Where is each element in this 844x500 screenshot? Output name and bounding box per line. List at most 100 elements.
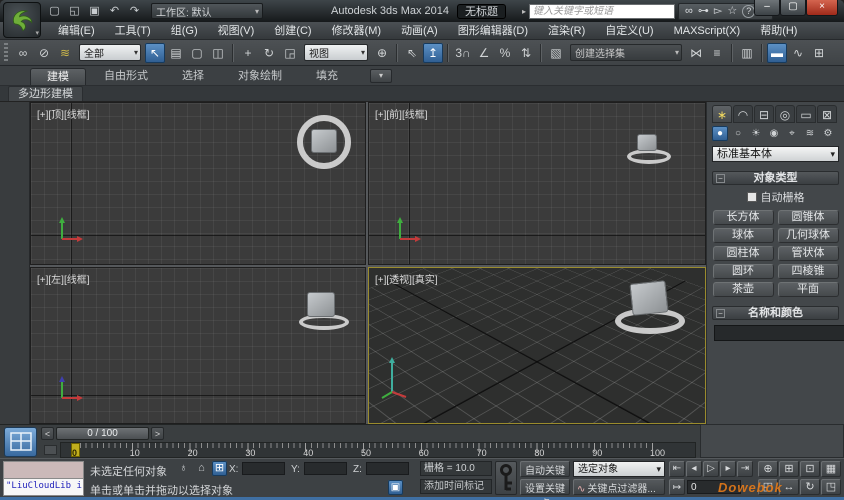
- next-frame-arrow[interactable]: >: [151, 427, 164, 440]
- zoom-region-icon[interactable]: ◰: [758, 479, 778, 495]
- maxscript-mini-listener[interactable]: "LiuCloudLib i:: [3, 461, 84, 497]
- primitive-button[interactable]: 几何球体: [778, 228, 839, 243]
- modify-tab-icon[interactable]: ◠: [733, 105, 753, 123]
- primitive-button[interactable]: 平面: [778, 282, 839, 297]
- zoom-all-icon[interactable]: ⊞: [779, 461, 799, 477]
- object-name-field[interactable]: [714, 325, 844, 341]
- rollout-collapse-icon[interactable]: −: [716, 174, 725, 183]
- rollout-collapse-icon[interactable]: −: [716, 309, 725, 318]
- named-selection-set-dropdown[interactable]: 创建选择集: [570, 44, 682, 61]
- window-stack-icon[interactable]: ▣: [388, 480, 403, 495]
- primitive-button[interactable]: 圆锥体: [778, 210, 839, 225]
- viewport-top[interactable]: [+][顶][线框]: [30, 102, 366, 265]
- time-slider[interactable]: 0 / 100: [56, 427, 149, 440]
- go-to-end-button[interactable]: ⇥: [737, 461, 753, 477]
- curve-editor-icon[interactable]: ∿: [788, 43, 808, 63]
- percent-snap-icon[interactable]: %: [495, 43, 515, 63]
- angle-snap-icon[interactable]: ∠: [474, 43, 494, 63]
- maximize-button[interactable]: ▢: [780, 0, 806, 16]
- create-tab-icon[interactable]: ∗: [712, 105, 732, 123]
- maximize-viewport-icon[interactable]: ◳: [821, 479, 841, 495]
- listener-script-row[interactable]: "LiuCloudLib i:: [3, 479, 84, 496]
- lights-category-icon[interactable]: ☀: [748, 126, 764, 141]
- zoom-extents-icon[interactable]: ⊡: [800, 461, 820, 477]
- play-button[interactable]: ▷: [703, 461, 719, 477]
- x-coordinate-input[interactable]: [242, 462, 285, 475]
- next-frame-button[interactable]: ▸: [720, 461, 736, 477]
- menu-item[interactable]: 视图(V): [208, 22, 265, 40]
- orbit-icon[interactable]: ↻: [800, 479, 820, 495]
- ribbon-tab[interactable]: 自由形式: [88, 68, 164, 85]
- name-color-rollout-header[interactable]: − 名称和颜色: [712, 306, 839, 320]
- viewport-layout-tabs-button[interactable]: [4, 427, 37, 457]
- ribbon-tab[interactable]: 建模: [30, 68, 86, 85]
- open-file-icon[interactable]: ◱: [66, 3, 83, 19]
- previous-frame-button[interactable]: ◂: [686, 461, 702, 477]
- spinner-snap-icon[interactable]: ⇅: [516, 43, 536, 63]
- helpers-category-icon[interactable]: ⌖: [784, 126, 800, 141]
- track-bar[interactable]: 0102030405060708090100: [60, 442, 696, 458]
- zoom-icon[interactable]: ⊕: [758, 461, 778, 477]
- search-binoculars-icon[interactable]: ∞: [685, 4, 693, 19]
- listener-macro-row[interactable]: [3, 461, 84, 479]
- viewport-top-label[interactable]: [+][顶][线框]: [37, 106, 90, 121]
- viewport-left-label[interactable]: [+][左][线框]: [37, 271, 90, 286]
- polygon-modeling-panel-tab[interactable]: 多边形建模: [8, 86, 83, 101]
- pan-hand-icon[interactable]: ↔: [779, 479, 799, 495]
- y-coordinate-input[interactable]: [304, 462, 347, 475]
- save-file-icon[interactable]: ▣: [86, 3, 103, 19]
- favorites-star-icon[interactable]: ☆: [727, 4, 737, 19]
- new-scene-icon[interactable]: ▢: [46, 3, 63, 19]
- primitive-button[interactable]: 茶壶: [713, 282, 774, 297]
- app-logo-button[interactable]: ▾: [3, 2, 41, 38]
- select-object-icon[interactable]: ↖: [145, 43, 165, 63]
- selection-lock-icon[interactable]: ⌂: [194, 461, 209, 476]
- menu-item[interactable]: 渲染(R): [538, 22, 595, 40]
- keyboard-override-icon[interactable]: ↥: [423, 43, 443, 63]
- viewport-perspective-label[interactable]: [+][透视][真实]: [375, 271, 438, 286]
- search-input[interactable]: [529, 4, 675, 19]
- motion-tab-icon[interactable]: ◎: [775, 105, 795, 123]
- viewport-front-label[interactable]: [+][前][线框]: [375, 106, 428, 121]
- menu-item[interactable]: 图形编辑器(D): [448, 22, 538, 40]
- hierarchy-tab-icon[interactable]: ⊟: [754, 105, 774, 123]
- key-mode-toggle-button[interactable]: ↦: [669, 479, 685, 495]
- menu-item[interactable]: 修改器(M): [322, 22, 392, 40]
- ribbon-tab[interactable]: 对象绘制: [222, 68, 298, 85]
- go-to-start-button[interactable]: ⇤: [669, 461, 685, 477]
- use-pivot-center-icon[interactable]: ⊕: [372, 43, 392, 63]
- menu-item[interactable]: 动画(A): [391, 22, 448, 40]
- selection-filter-dropdown[interactable]: 全部: [79, 44, 141, 61]
- select-move-icon[interactable]: +: [238, 43, 258, 63]
- primitive-category-dropdown[interactable]: 标准基本体: [712, 146, 839, 162]
- menu-item[interactable]: 自定义(U): [595, 22, 663, 40]
- viewport-left[interactable]: [+][左][线框]: [30, 267, 366, 424]
- sign-in-key-icon[interactable]: ⊶: [698, 4, 709, 19]
- menu-item[interactable]: 组(G): [161, 22, 208, 40]
- menu-item[interactable]: MAXScript(X): [664, 22, 751, 40]
- scene-object-box[interactable]: [307, 292, 335, 317]
- infocenter-collapse-icon[interactable]: ▸: [522, 7, 526, 16]
- ribbon-tab[interactable]: 选择: [166, 68, 220, 85]
- select-manipulate-icon[interactable]: ⇖: [402, 43, 422, 63]
- minimize-button[interactable]: –: [754, 0, 780, 16]
- absolute-mode-icon[interactable]: ⊞: [212, 461, 227, 476]
- select-rotate-icon[interactable]: ↻: [259, 43, 279, 63]
- communication-center-icon[interactable]: ▻: [714, 4, 722, 19]
- scene-object-box[interactable]: [629, 280, 668, 316]
- geometry-category-icon[interactable]: ●: [712, 126, 728, 141]
- zoom-extents-all-icon[interactable]: ▦: [821, 461, 841, 477]
- utilities-tab-icon[interactable]: ⊠: [817, 105, 837, 123]
- primitive-button[interactable]: 四棱锥: [778, 264, 839, 279]
- isolate-selection-icon[interactable]: ♁: [176, 461, 191, 476]
- bind-to-spacewarp-icon[interactable]: ≋: [55, 43, 75, 63]
- selection-region-icon[interactable]: ▢: [187, 43, 207, 63]
- primitive-button[interactable]: 长方体: [713, 210, 774, 225]
- menu-item[interactable]: 创建(C): [264, 22, 321, 40]
- menu-item[interactable]: 帮助(H): [750, 22, 807, 40]
- layer-manager-icon[interactable]: ▥: [737, 43, 757, 63]
- primitive-button[interactable]: 管状体: [778, 246, 839, 261]
- scene-object-box[interactable]: [637, 134, 657, 151]
- add-time-tag-button[interactable]: 添加时间标记: [420, 479, 492, 494]
- scene-object-box[interactable]: [311, 129, 337, 153]
